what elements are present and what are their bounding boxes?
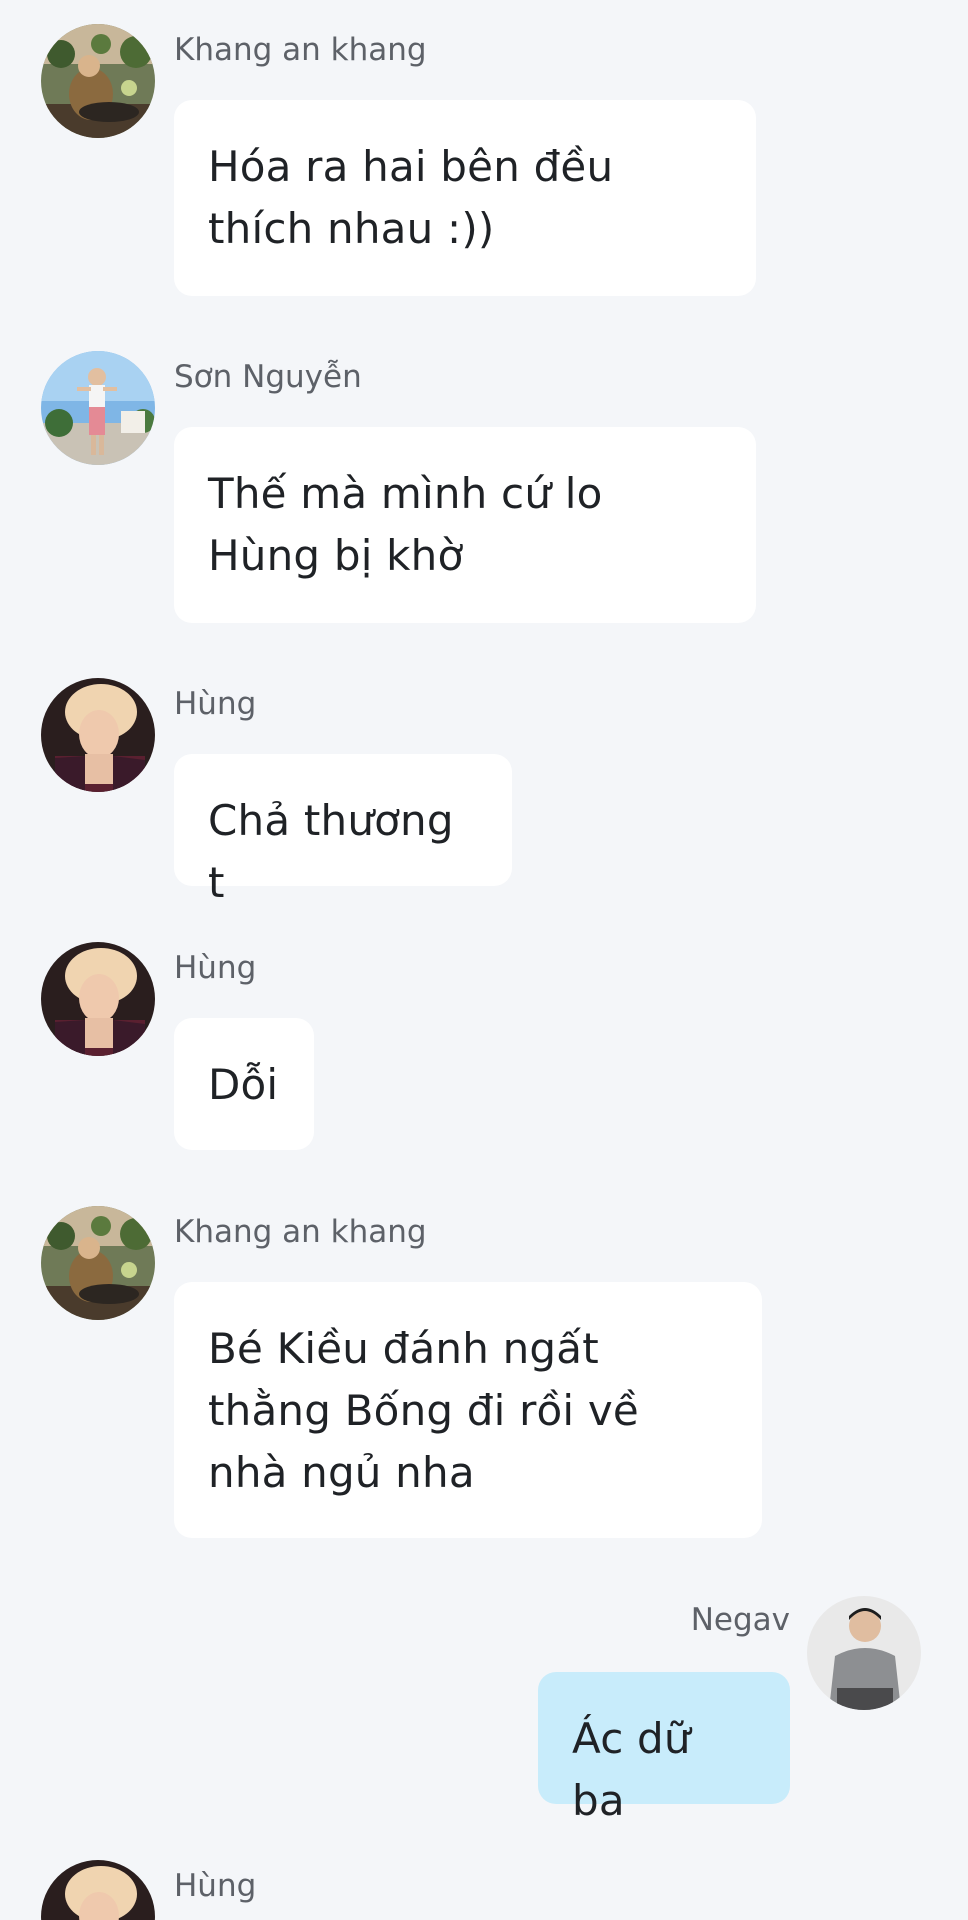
message-bubble[interactable]: Ác dữ ba: [538, 1672, 790, 1825]
sender-name: Hùng: [174, 1868, 257, 1904]
message-text: Hóa ra hai bên đều thích nhau :)): [208, 142, 614, 253]
khang-avatar[interactable]: [41, 24, 155, 138]
message-text: Ác dữ ba: [572, 1714, 691, 1825]
message-bubble[interactable]: Dỗi: [174, 1018, 314, 1150]
message-bubble[interactable]: Chả thương t: [174, 754, 512, 907]
hung-avatar[interactable]: [41, 1860, 155, 1920]
message-bubble[interactable]: Thế mà mình cứ lo Hùng bị khờ: [174, 427, 756, 623]
message-text: Bé Kiều đánh ngất thằng Bống đi rồi về n…: [208, 1324, 639, 1497]
chat-thread[interactable]: Khang an khang Hóa ra hai bên đều thích …: [0, 0, 968, 1920]
sender-name: Negav: [690, 1602, 790, 1638]
sender-name: Hùng: [174, 950, 257, 986]
sender-name: Khang an khang: [174, 32, 427, 68]
message-text: Chả thương t: [208, 796, 454, 907]
hung-avatar[interactable]: [41, 678, 155, 792]
message-text: Thế mà mình cứ lo Hùng bị khờ: [208, 469, 603, 580]
sender-name: Sơn Nguyễn: [174, 359, 362, 395]
message-bubble[interactable]: Bé Kiều đánh ngất thằng Bống đi rồi về n…: [174, 1282, 762, 1538]
message-text: Dỗi: [208, 1060, 279, 1109]
sender-name: Hùng: [174, 686, 257, 722]
sender-name: Khang an khang: [174, 1214, 427, 1250]
son-avatar[interactable]: [41, 351, 155, 465]
khang-avatar[interactable]: [41, 1206, 155, 1320]
message-bubble[interactable]: Hóa ra hai bên đều thích nhau :)): [174, 100, 756, 296]
hung-avatar[interactable]: [41, 942, 155, 1056]
negav-avatar[interactable]: [807, 1596, 921, 1710]
